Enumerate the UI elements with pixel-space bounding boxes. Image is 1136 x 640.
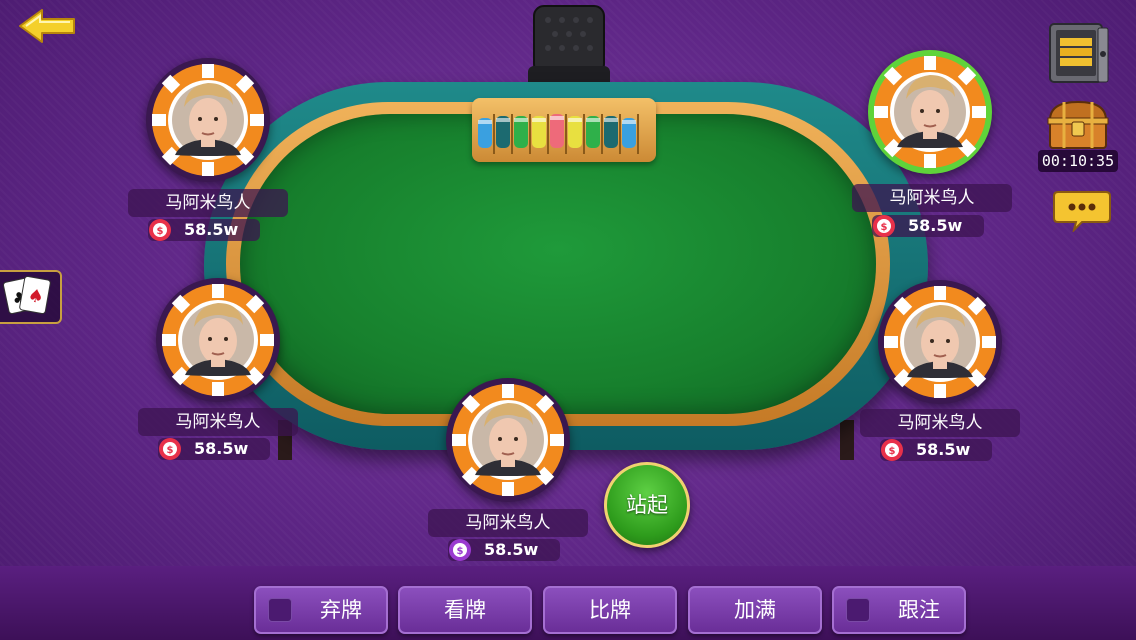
auto-call-checkbox[interactable] <box>846 598 870 622</box>
player-name: 马阿米鸟人 <box>138 408 298 436</box>
svg-text:$: $ <box>157 226 164 237</box>
cards-side-tab[interactable]: ♣ ♠ <box>0 270 62 324</box>
player-name: 马阿米鸟人 <box>852 184 1012 212</box>
call-label: 跟注 <box>898 598 940 622</box>
money-amount: 58.5w <box>484 540 539 559</box>
countdown-timer: 00:10:35 <box>1038 150 1118 172</box>
svg-text:$: $ <box>889 446 896 457</box>
compare-cards-button[interactable]: 比牌 <box>543 586 677 634</box>
avatar-chip <box>162 284 274 396</box>
safe-icon[interactable] <box>1046 18 1110 88</box>
player-name: 马阿米鸟人 <box>860 409 1020 437</box>
player-money: $ 58.5w <box>872 215 984 237</box>
player-avatar[interactable] <box>156 278 280 402</box>
coin-icon: $ <box>873 215 895 237</box>
player-avatar-active[interactable] <box>868 50 992 174</box>
treasure-chest-icon[interactable] <box>1044 98 1112 152</box>
coin-icon: $ <box>881 439 903 461</box>
coin-icon: $ <box>149 219 171 241</box>
player-seat-right[interactable]: 马阿米鸟人 $ 58.5w <box>860 280 1020 470</box>
player-name: 马阿米鸟人 <box>428 509 588 537</box>
back-button[interactable] <box>14 4 80 48</box>
dealer-chair <box>528 5 610 88</box>
raise-max-label: 加满 <box>734 598 776 622</box>
svg-text:$: $ <box>881 222 888 233</box>
player-seat-top-right[interactable]: 马阿米鸟人 $ 58.5w <box>852 50 1012 240</box>
player-seat-top-left[interactable]: 马阿米鸟人 $ 58.5w <box>128 58 288 248</box>
money-amount: 58.5w <box>908 216 963 235</box>
money-amount: 58.5w <box>194 439 249 458</box>
chat-bubble-icon[interactable] <box>1052 188 1112 232</box>
avatar-chip <box>874 56 986 168</box>
chip-tray <box>472 98 656 162</box>
compare-cards-label: 比牌 <box>589 598 631 622</box>
look-cards-label: 看牌 <box>444 598 486 622</box>
player-name: 马阿米鸟人 <box>128 189 288 217</box>
coin-icon: $ <box>159 438 181 460</box>
money-amount: 58.5w <box>184 220 239 239</box>
player-seat-bottom[interactable]: 马阿米鸟人 $ 58.5w <box>428 378 588 564</box>
auto-fold-checkbox[interactable] <box>268 598 292 622</box>
look-cards-button[interactable]: 看牌 <box>398 586 532 634</box>
avatar-chip <box>452 384 564 496</box>
player-money: $ 58.5w <box>880 439 992 461</box>
fold-button[interactable]: 弃牌 <box>254 586 388 634</box>
call-button[interactable]: 跟注 <box>832 586 966 634</box>
back-arrow-icon <box>19 9 75 43</box>
player-money: $ 58.5w <box>148 219 260 241</box>
playing-cards-icon: ♣ ♠ <box>2 275 51 315</box>
avatar-chip <box>884 286 996 398</box>
player-money: $ 58.5w <box>448 539 560 561</box>
player-money: $ 58.5w <box>158 438 270 460</box>
fold-label: 弃牌 <box>320 598 362 622</box>
stand-up-button[interactable]: 站起 <box>604 462 690 548</box>
money-amount: 58.5w <box>916 440 971 459</box>
player-avatar[interactable] <box>446 378 570 502</box>
svg-text:$: $ <box>457 546 464 557</box>
player-seat-left[interactable]: 马阿米鸟人 $ 58.5w <box>138 278 298 468</box>
coin-icon: $ <box>449 539 471 561</box>
raise-max-button[interactable]: 加满 <box>688 586 822 634</box>
player-avatar[interactable] <box>146 58 270 182</box>
svg-text:$: $ <box>167 445 174 456</box>
player-avatar[interactable] <box>878 280 1002 404</box>
avatar-chip <box>152 64 264 176</box>
